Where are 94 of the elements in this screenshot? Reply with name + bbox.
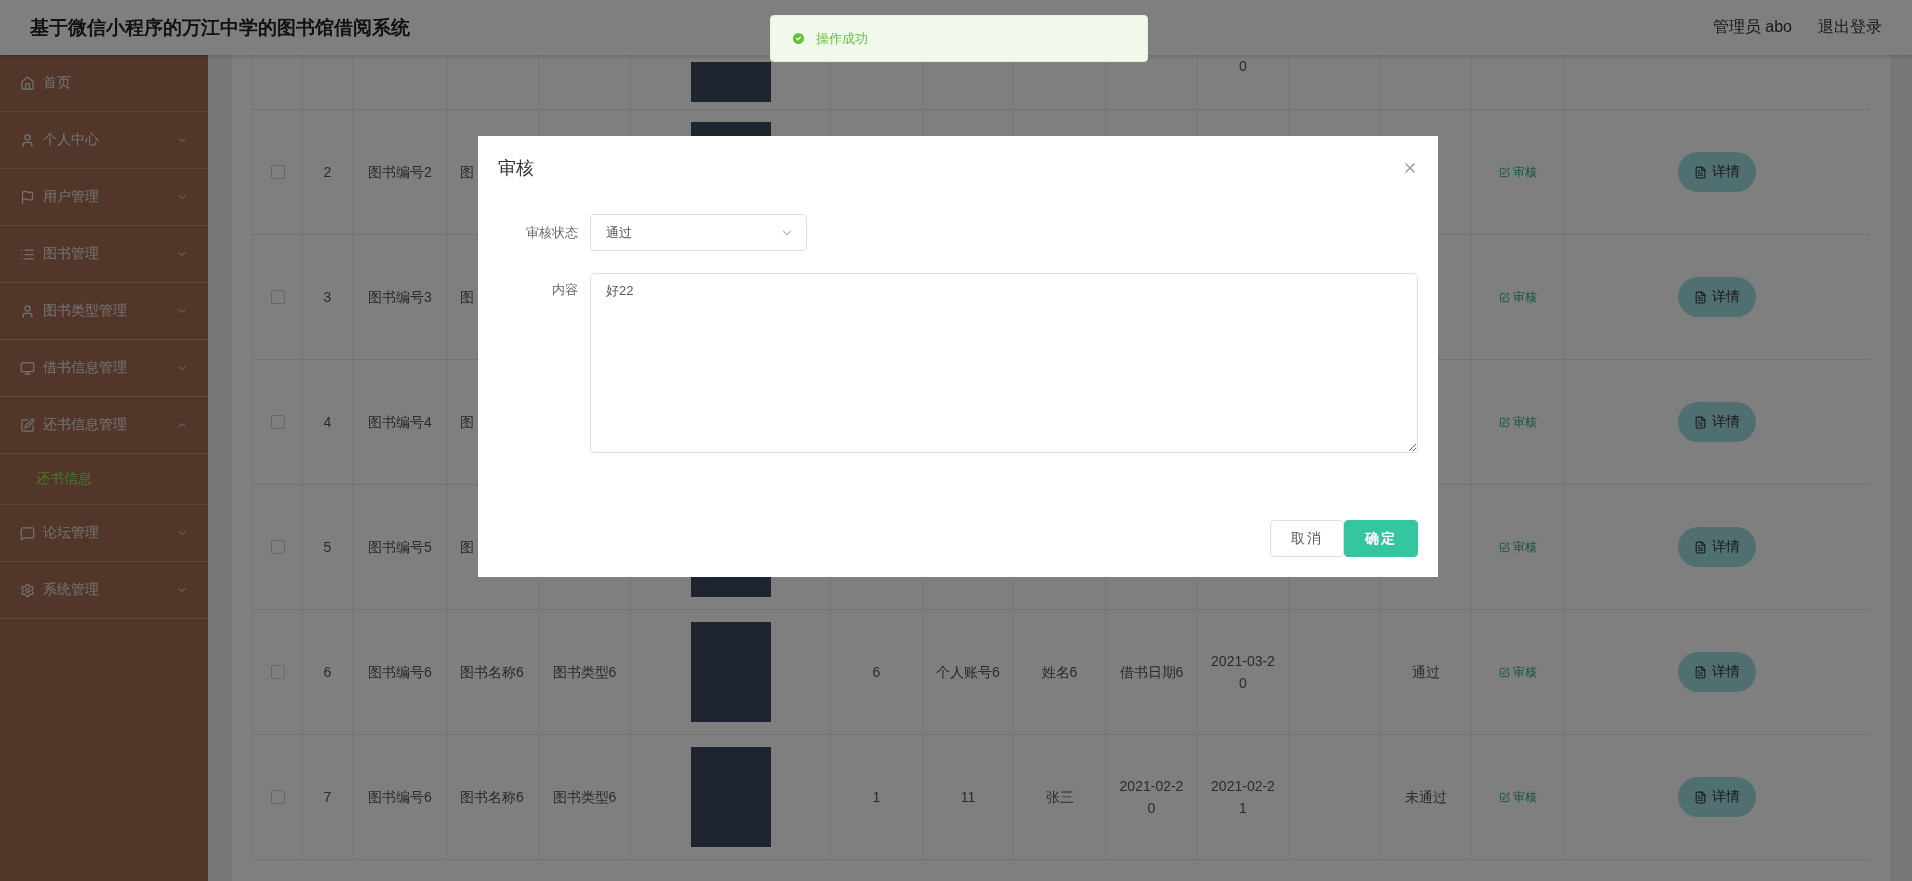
row-checkbox[interactable] (270, 790, 285, 804)
table-cell-text: 7 (323, 788, 332, 807)
document-icon (1694, 665, 1707, 679)
table-cell-text: 张三 (1045, 788, 1074, 807)
review-link[interactable]: 审核 (1498, 413, 1537, 431)
table-cell-text: 图书类型6 (552, 788, 617, 807)
list-icon (20, 246, 35, 262)
field-label: 内容 (551, 281, 578, 299)
table-cell-text: 姓名6 (1041, 663, 1078, 682)
content-field[interactable]: 好22 (590, 273, 1418, 453)
details-button[interactable]: 详情 (1678, 152, 1756, 192)
row-checkbox[interactable] (270, 415, 285, 429)
row-checkbox[interactable] (270, 290, 285, 304)
table-cell-text: 0 (1239, 57, 1247, 76)
settings-icon (20, 582, 35, 598)
review-link[interactable]: 审核 (1498, 788, 1537, 806)
edit-icon (20, 417, 35, 433)
sidebar-item[interactable]: 还书信息管理 (0, 397, 208, 454)
table-cell-text: 借书日期6 (1119, 663, 1184, 682)
table-cell-text: 2 (323, 163, 332, 182)
table-cell-text: 图 (460, 288, 474, 307)
cancel-button[interactable]: 取消 (1270, 520, 1344, 557)
table-cell-text: 图书编号4 (368, 413, 432, 432)
user-label: 管理员 abo (1712, 17, 1792, 37)
sidebar-item[interactable]: 借书信息管理 (0, 340, 208, 397)
table-cell-text: 图书名称6 (460, 788, 524, 807)
edit-icon (1498, 666, 1510, 678)
table-cell-text: 1 (872, 788, 881, 807)
toast-message: 操作成功 (816, 29, 868, 48)
details-button[interactable]: 详情 (1678, 277, 1756, 317)
edit-icon (1498, 416, 1510, 428)
table-cell-text: 6 (872, 663, 881, 682)
details-button[interactable]: 详情 (1678, 777, 1756, 817)
table-cell-text: 图书名称6 (460, 663, 524, 682)
document-icon (1694, 540, 1707, 554)
document-icon (1694, 790, 1707, 804)
sidebar-subitem[interactable]: 还书信息 (0, 454, 208, 505)
table-cell-text: 个人账号6 (936, 663, 1000, 682)
table-cell-text: 图 (460, 163, 474, 182)
dialog-title: 审核 (498, 157, 534, 180)
review-link[interactable]: 审核 (1498, 663, 1537, 681)
sidebar-item[interactable]: 论坛管理 (0, 505, 208, 562)
app-title: 基于微信小程序的万江中学的图书馆借阅系统 (30, 15, 410, 40)
table-cell-text: 图书编号2 (368, 163, 432, 182)
table-cell-text: 图 (460, 413, 474, 432)
review-link[interactable]: 审核 (1498, 538, 1537, 556)
table-cell-text: 2021-02-20 (1118, 777, 1185, 818)
table-cell-text: 图书类型6 (552, 663, 617, 682)
table-cell-text: 图书编号6 (368, 663, 432, 682)
document-icon (1694, 290, 1707, 304)
document-icon (1694, 165, 1707, 179)
edit-icon (1498, 166, 1510, 178)
sidebar-item[interactable]: 图书类型管理 (0, 283, 208, 340)
home-icon (20, 75, 35, 91)
review-link[interactable]: 审核 (1498, 163, 1537, 181)
monitor-icon (20, 360, 35, 376)
sidebar-item[interactable]: 系统管理 (0, 562, 208, 619)
check-icon (791, 31, 806, 46)
edit-icon (1498, 541, 1510, 553)
document-icon (1694, 415, 1707, 429)
table-cell-text: 3 (323, 288, 332, 307)
status-select[interactable]: 通过 (590, 214, 807, 251)
details-button[interactable]: 详情 (1678, 652, 1756, 692)
table-cell-text: 未通过 (1405, 788, 1447, 807)
row-checkbox[interactable] (270, 665, 285, 679)
table-cell-text: 图 (460, 538, 474, 557)
table-cell-text: 5 (323, 538, 332, 557)
details-button[interactable]: 详情 (1678, 527, 1756, 567)
sidebar-item[interactable]: 图书管理 (0, 226, 208, 283)
sidebar-item[interactable]: 首页 (0, 55, 208, 112)
field-label: 审核状态 (525, 224, 578, 242)
chat-icon (20, 525, 35, 541)
table-cell-text: 图书编号5 (368, 538, 432, 557)
logout-link[interactable]: 退出登录 (1818, 17, 1882, 38)
table-cell-text: 2021-02-21 (1210, 777, 1276, 818)
sidebar-item[interactable]: 个人中心 (0, 112, 208, 169)
user-icon (20, 132, 35, 148)
table-cell-text: 6 (323, 663, 332, 682)
table-cell-text: 4 (323, 413, 332, 432)
confirm-button[interactable]: 确定 (1344, 520, 1418, 557)
table-cell-text: 2021-03-20 (1210, 652, 1276, 693)
review-link[interactable]: 审核 (1498, 288, 1537, 306)
table-cell-text: 图书编号3 (368, 288, 432, 307)
sidebar-item[interactable]: 用户管理 (0, 169, 208, 226)
table-cell-text: 11 (960, 788, 976, 807)
table-cell-text: 通过 (1412, 663, 1440, 682)
user-icon (20, 303, 35, 319)
row-checkbox[interactable] (270, 165, 285, 179)
edit-icon (1498, 291, 1510, 303)
details-button[interactable]: 详情 (1678, 402, 1756, 442)
flag-icon (20, 189, 35, 205)
row-checkbox[interactable] (270, 540, 285, 554)
edit-icon (1498, 791, 1510, 803)
table-cell-text: 图书编号6 (368, 788, 432, 807)
